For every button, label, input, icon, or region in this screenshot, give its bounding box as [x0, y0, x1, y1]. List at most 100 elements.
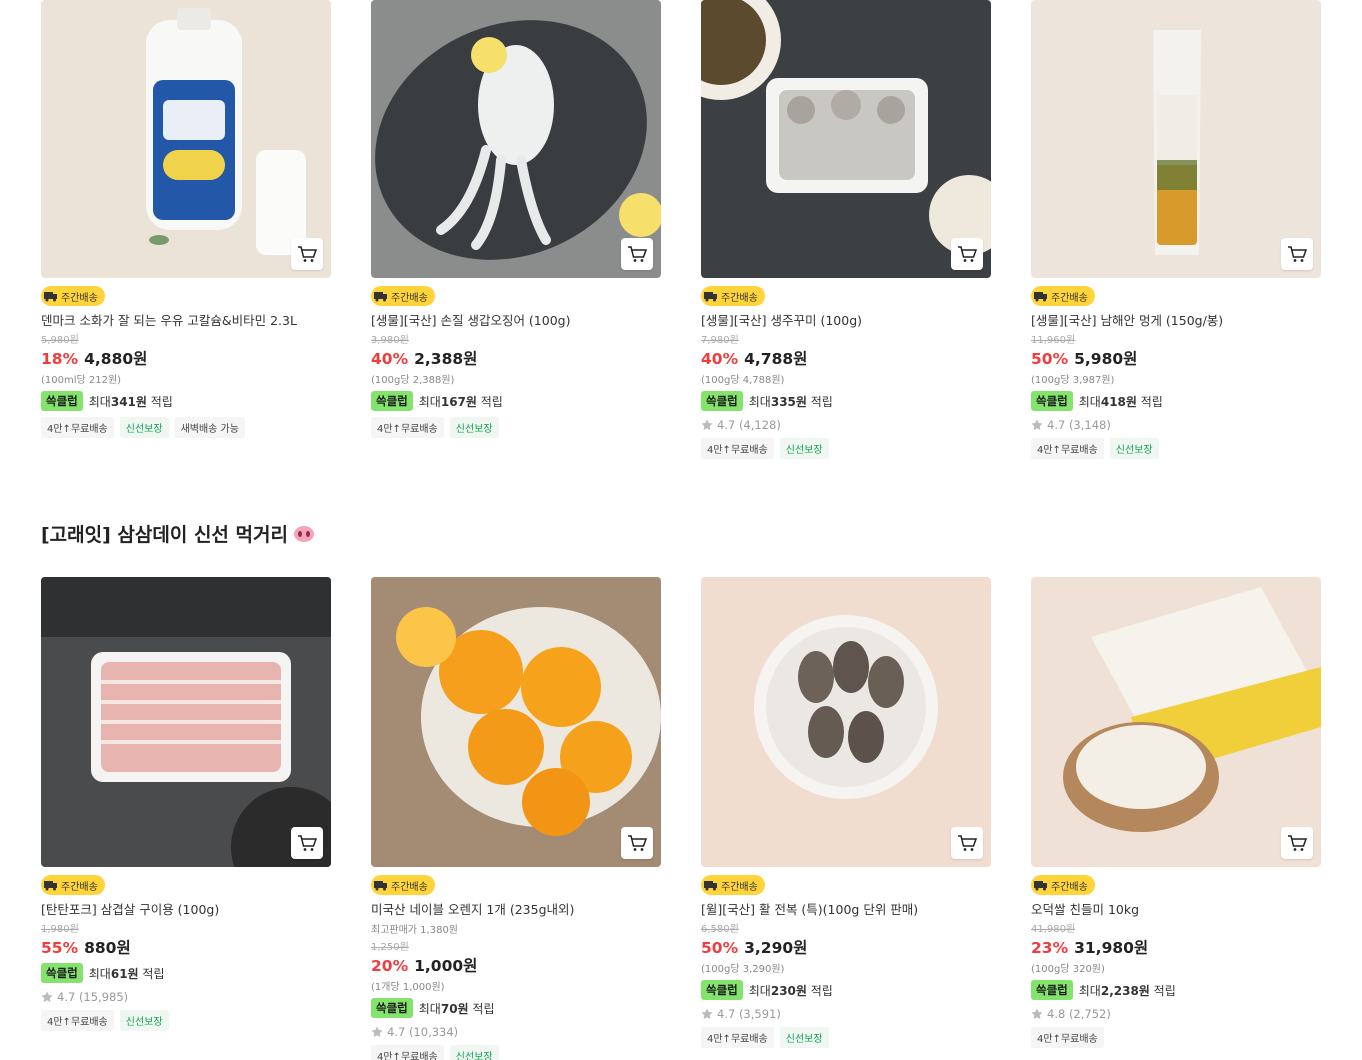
truck-icon: [704, 292, 717, 302]
add-to-cart-button[interactable]: [951, 238, 983, 270]
add-to-cart-button[interactable]: [291, 827, 323, 859]
original-price: 6,580원: [701, 924, 739, 935]
tag: 4만↑무료배송: [701, 1027, 774, 1048]
sale-price: 5,980원: [1074, 350, 1138, 368]
weekly-delivery-badge: 주간배송: [371, 875, 435, 895]
truck-icon: [704, 881, 717, 891]
tag: 4만↑무료배송: [371, 1045, 444, 1060]
unit-price: (1개당 1,000원): [371, 982, 445, 993]
add-to-cart-button[interactable]: [1281, 827, 1313, 859]
truck-icon: [44, 881, 57, 891]
rating: 4.7 (4,128): [701, 418, 991, 432]
product-card[interactable]: 주간배송 [탄탄포크] 삼겹살 구이용 (100g) 1,980원 55% 88…: [41, 577, 331, 1060]
product-card[interactable]: 주간배송 [생물][국산] 남해안 멍게 (150g/봉) 11,960원 50…: [1031, 0, 1321, 459]
ssg-club-badge: 쓱클럽: [701, 391, 743, 411]
tag: 신선보장: [1109, 438, 1159, 459]
sale-price: 2,388원: [414, 350, 478, 368]
ssg-club-badge: 쓱클럽: [371, 998, 413, 1018]
tag-list: 4만↑무료배송 신선보장 새벽배송 가능: [41, 417, 331, 438]
product-title[interactable]: [생물][국산] 생주꾸미 (100g): [701, 313, 991, 329]
price-line: 23% 31,980원: [1031, 936, 1321, 958]
points-info: 쓱클럽 최대2,238원 적립: [1031, 980, 1321, 1000]
discount-rate: 50%: [1031, 350, 1069, 368]
tag: 신선보장: [779, 438, 829, 459]
star-icon: [41, 991, 53, 1002]
tag: 신선보장: [119, 1010, 169, 1031]
weekly-delivery-badge: 주간배송: [701, 286, 765, 306]
add-to-cart-button[interactable]: [951, 827, 983, 859]
truck-icon: [1034, 292, 1047, 302]
price-line: 40% 4,788원: [701, 347, 991, 369]
star-icon: [701, 419, 713, 430]
star-icon: [1031, 419, 1043, 430]
product-image[interactable]: [701, 0, 991, 278]
product-card[interactable]: 주간배송 미국산 네이블 오렌지 1개 (235g내외) 최고판매가 1,380…: [371, 577, 661, 1060]
product-image[interactable]: [1031, 0, 1321, 278]
unit-price: (100g당 320원): [1031, 964, 1105, 975]
weekly-delivery-badge: 주간배송: [41, 286, 105, 306]
add-to-cart-button[interactable]: [621, 827, 653, 859]
product-image[interactable]: [41, 0, 331, 278]
discount-rate: 50%: [701, 939, 739, 957]
points-info: 쓱클럽 최대230원 적립: [701, 980, 991, 1000]
product-image[interactable]: [41, 577, 331, 867]
tag-list: 4만↑무료배송 신선보장: [371, 417, 661, 438]
price-line: 18% 4,880원: [41, 347, 331, 369]
unit-price: (100g당 3,290원): [701, 964, 785, 975]
product-image[interactable]: [701, 577, 991, 867]
tag: 4만↑무료배송: [371, 417, 444, 438]
cart-icon: [628, 835, 647, 851]
truck-icon: [1034, 881, 1047, 891]
ssg-club-badge: 쓱클럽: [1031, 980, 1073, 1000]
cart-icon: [298, 835, 317, 851]
star-icon: [1031, 1008, 1043, 1019]
pig-nose-icon: [293, 525, 314, 542]
tag: 신선보장: [779, 1027, 829, 1048]
truck-icon: [374, 292, 387, 302]
add-to-cart-button[interactable]: [1281, 238, 1313, 270]
cart-icon: [958, 246, 977, 262]
tag-list: 4만↑무료배송 신선보장: [371, 1045, 661, 1060]
product-card[interactable]: 주간배송 [생물][국산] 손질 생갑오징어 (100g) 3,980원 40%…: [371, 0, 661, 459]
discount-rate: 18%: [41, 350, 79, 368]
product-title[interactable]: 오덕쌀 친들미 10kg: [1031, 902, 1321, 918]
discount-rate: 55%: [41, 939, 79, 957]
max-price-note: 최고판매가 1,380원: [371, 925, 459, 936]
ssg-club-badge: 쓱클럽: [41, 391, 83, 411]
tag: 4만↑무료배송: [41, 1010, 114, 1031]
product-card[interactable]: 주간배송 오덕쌀 친들미 10kg 41,980원 23% 31,980원 (1…: [1031, 577, 1321, 1060]
tag: 4만↑무료배송: [41, 417, 114, 438]
product-title[interactable]: [윌][국산] 활 전복 (특)(100g 단위 판매): [701, 902, 991, 918]
product-image[interactable]: [371, 0, 661, 278]
product-image[interactable]: [1031, 577, 1321, 867]
product-title[interactable]: [생물][국산] 손질 생갑오징어 (100g): [371, 313, 661, 329]
squid-image: [371, 0, 661, 278]
product-title[interactable]: 덴마크 소화가 잘 되는 우유 고칼슘&비타민 2.3L: [41, 313, 331, 329]
abalone-image: [701, 577, 991, 867]
product-card[interactable]: 주간배송 덴마크 소화가 잘 되는 우유 고칼슘&비타민 2.3L 5,980원…: [41, 0, 331, 459]
tag: 신선보장: [449, 417, 499, 438]
cart-icon: [958, 835, 977, 851]
rice-bag-image: [1031, 577, 1321, 867]
original-price: 7,980원: [701, 335, 739, 346]
weekly-delivery-badge: 주간배송: [1031, 286, 1095, 306]
cart-icon: [298, 246, 317, 262]
product-title[interactable]: [생물][국산] 남해안 멍게 (150g/봉): [1031, 313, 1321, 329]
truck-icon: [374, 881, 387, 891]
weekly-delivery-badge: 주간배송: [41, 875, 105, 895]
tag-list: 4만↑무료배송: [1031, 1027, 1321, 1048]
cart-icon: [628, 246, 647, 262]
add-to-cart-button[interactable]: [621, 238, 653, 270]
sale-price: 3,290원: [744, 939, 808, 957]
product-title[interactable]: 미국산 네이블 오렌지 1개 (235g내외): [371, 902, 661, 918]
ssg-club-badge: 쓱클럽: [1031, 391, 1073, 411]
original-price: 41,980원: [1031, 924, 1076, 935]
product-title[interactable]: [탄탄포크] 삼겹살 구이용 (100g): [41, 902, 331, 918]
tag-list: 4만↑무료배송 신선보장: [701, 1027, 991, 1048]
rating: 4.7 (3,591): [701, 1007, 991, 1021]
product-card[interactable]: 주간배송 [윌][국산] 활 전복 (특)(100g 단위 판매) 6,580원…: [701, 577, 991, 1060]
sale-price: 4,788원: [744, 350, 808, 368]
product-image[interactable]: [371, 577, 661, 867]
product-card[interactable]: 주간배송 [생물][국산] 생주꾸미 (100g) 7,980원 40% 4,7…: [701, 0, 991, 459]
add-to-cart-button[interactable]: [291, 238, 323, 270]
